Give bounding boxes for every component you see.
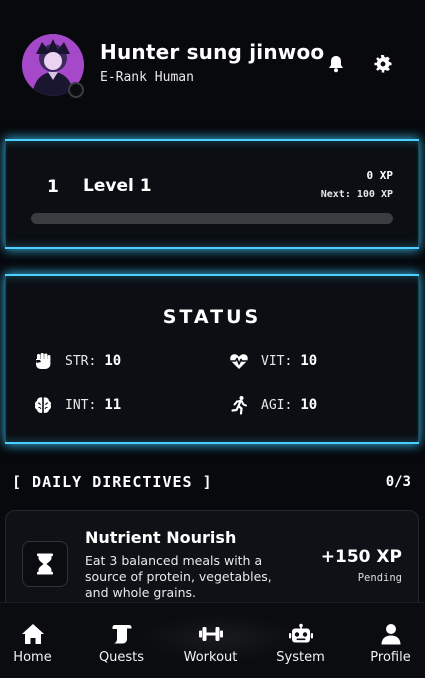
nav-profile[interactable]: Profile <box>348 603 425 678</box>
scroll-icon <box>109 622 135 646</box>
xp-next: Next: 100 XP <box>320 189 393 200</box>
bottom-nav: Home Quests Workout System Profile <box>0 602 425 678</box>
quest-description: Eat 3 balanced meals with a source of pr… <box>85 553 272 600</box>
username: Hunter sung jinwoo <box>100 40 325 64</box>
nav-home[interactable]: Home <box>0 603 75 678</box>
app-root: Hunter sung jinwoo E-Rank Human 1 Level … <box>0 0 425 678</box>
rank-label: E-Rank Human <box>100 70 194 85</box>
stat-str: STR: 10 <box>33 349 121 373</box>
running-icon <box>229 395 249 415</box>
brain-icon <box>33 395 53 415</box>
quest-status: Pending <box>357 572 402 584</box>
home-icon <box>20 622 46 646</box>
hourglass-icon <box>22 541 68 587</box>
nav-workout[interactable]: Workout <box>168 603 253 678</box>
robot-icon <box>288 622 314 646</box>
xp-progress-bar <box>31 213 393 224</box>
stat-agi-value: 10 <box>300 397 318 413</box>
directives-count: 0/3 <box>385 474 411 490</box>
user-icon <box>378 622 404 646</box>
level-title: Level 1 <box>83 176 152 196</box>
level-card: 1 Level 1 0 XP Next: 100 XP <box>5 139 419 249</box>
dumbbell-icon <box>198 622 224 646</box>
stat-int-value: 11 <box>104 397 122 413</box>
stat-str-label: STR: <box>65 353 97 369</box>
nav-workout-label: Workout <box>183 650 238 665</box>
profile-header: Hunter sung jinwoo E-Rank Human <box>0 0 425 120</box>
online-status-dot <box>68 82 84 98</box>
level-number: 1 <box>47 177 59 197</box>
nav-system[interactable]: System <box>258 603 343 678</box>
gear-icon[interactable] <box>374 54 392 73</box>
nav-profile-label: Profile <box>370 650 411 665</box>
stat-vit-value: 10 <box>300 353 318 369</box>
nav-home-label: Home <box>13 650 52 665</box>
heartbeat-icon <box>229 351 249 371</box>
stat-str-value: 10 <box>104 353 122 369</box>
stat-vit: VIT: 10 <box>229 349 317 373</box>
nav-system-label: System <box>276 650 325 665</box>
bell-icon[interactable] <box>326 54 346 74</box>
stat-int-label: INT: <box>65 397 97 413</box>
quest-xp-reward: +150 XP <box>320 547 402 567</box>
quest-title: Nutrient Nourish <box>85 528 237 547</box>
xp-current: 0 XP <box>366 169 394 182</box>
nav-quests-label: Quests <box>98 650 145 665</box>
stat-agi-label: AGI: <box>261 397 293 413</box>
status-title: STATUS <box>162 306 262 328</box>
status-card: STATUS STR: 10 VIT: 10 INT: 11 AGI: 10 <box>5 274 419 444</box>
directives-title: [ DAILY DIRECTIVES ] <box>12 473 213 491</box>
stat-vit-label: VIT: <box>261 353 293 369</box>
stat-int: INT: 11 <box>33 393 121 417</box>
nav-quests[interactable]: Quests <box>79 603 164 678</box>
stat-agi: AGI: 10 <box>229 393 317 417</box>
fist-icon <box>33 351 53 371</box>
